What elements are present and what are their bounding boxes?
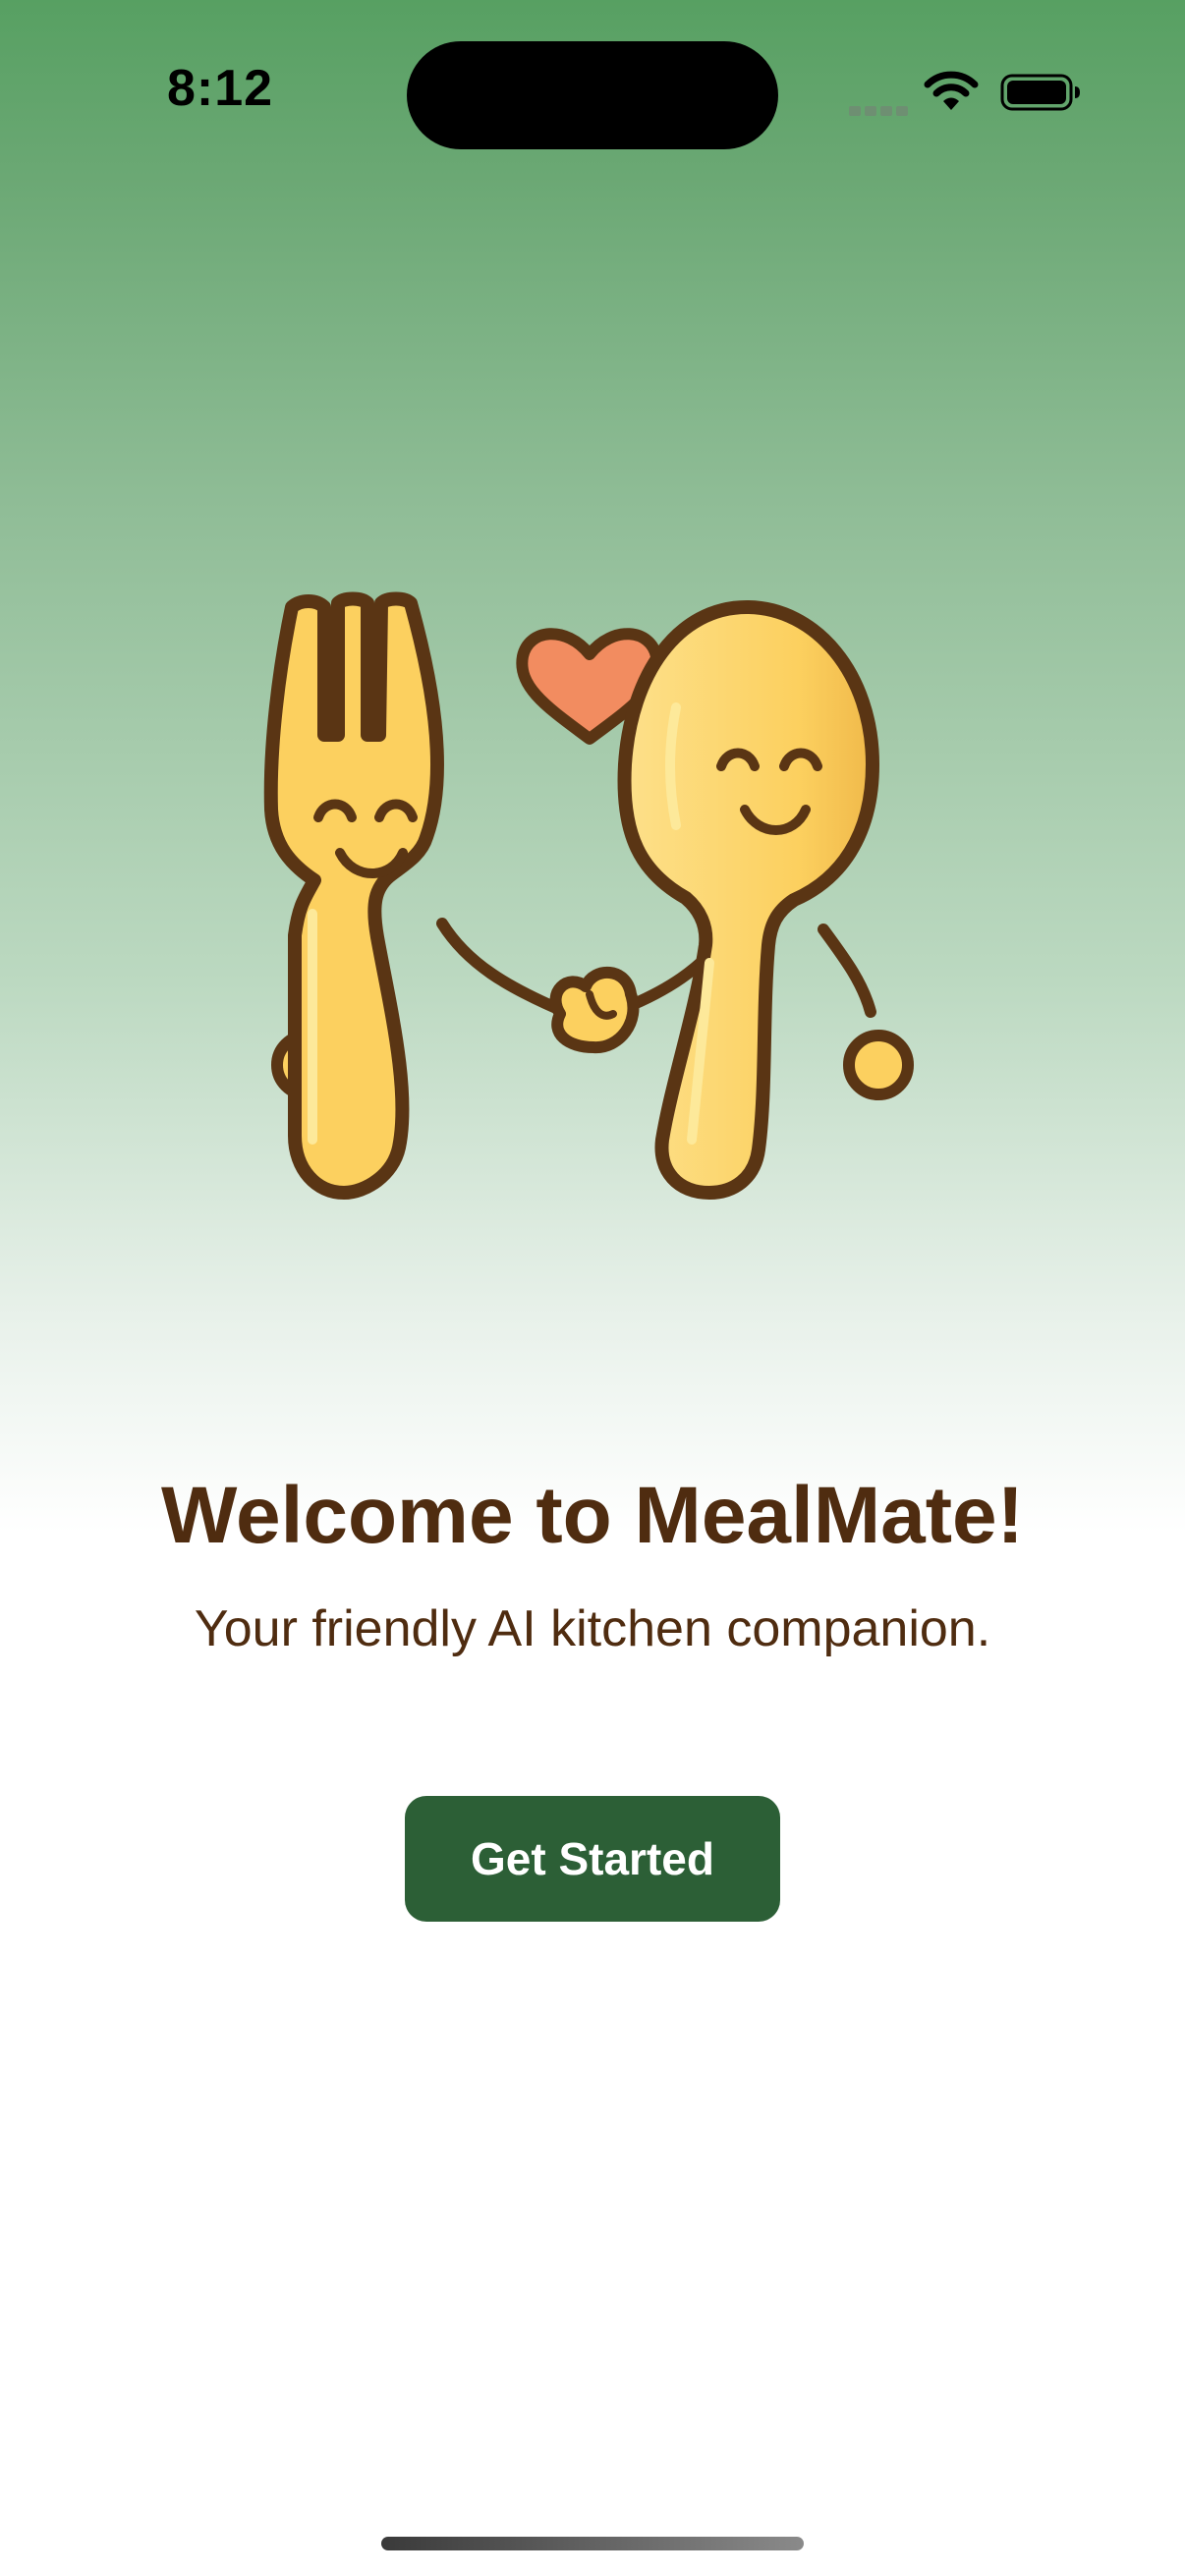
fork-and-spoon-mascot-illustration bbox=[263, 591, 914, 1200]
welcome-title: Welcome to MealMate! bbox=[161, 1471, 1024, 1560]
welcome-subtitle: Your friendly AI kitchen companion. bbox=[194, 1600, 991, 1657]
battery-icon bbox=[1000, 74, 1080, 111]
status-bar: 8:12 bbox=[0, 0, 1185, 177]
cellular-signal-icon bbox=[849, 102, 910, 116]
dynamic-island bbox=[407, 41, 778, 149]
home-indicator[interactable] bbox=[381, 2537, 804, 2550]
status-time: 8:12 bbox=[167, 60, 274, 117]
wifi-icon bbox=[924, 71, 979, 110]
get-started-button[interactable]: Get Started bbox=[405, 1796, 780, 1922]
